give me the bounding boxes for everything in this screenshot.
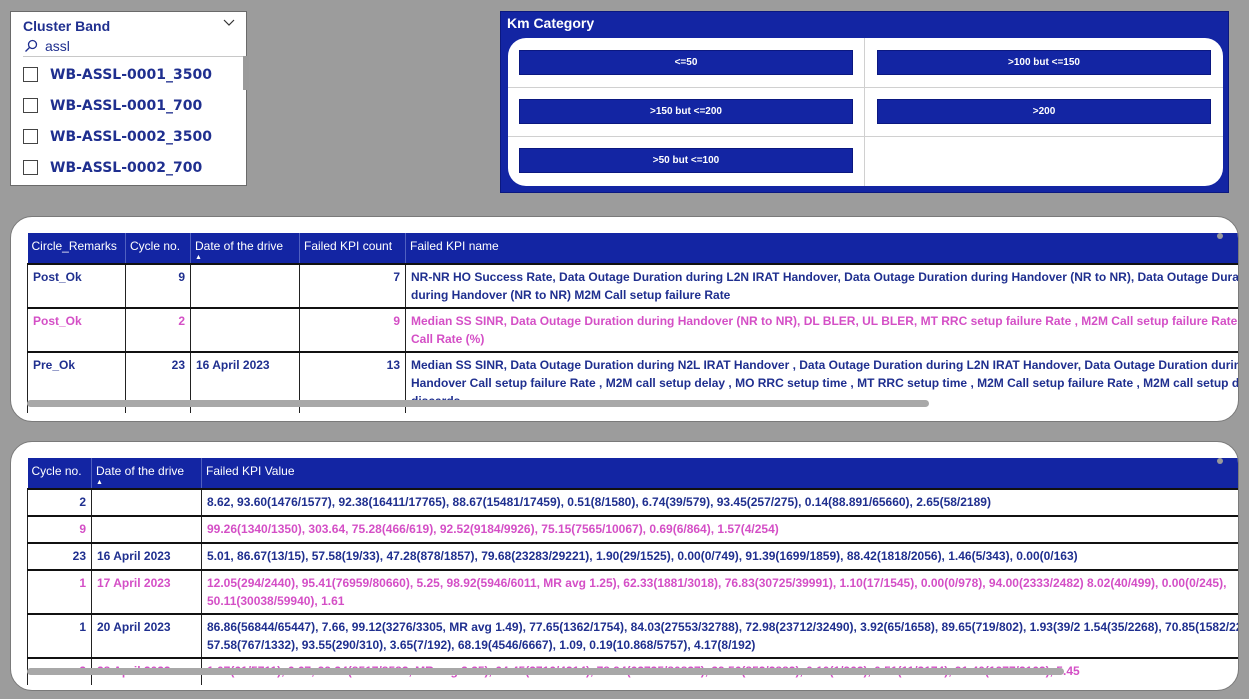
- horizontal-scrollbar[interactable]: [27, 400, 929, 407]
- cell-cycle: 9: [27, 515, 92, 543]
- sort-asc-icon: ▲: [96, 479, 103, 486]
- failed-kpi-values-table-card: Cycle no. Date of the drive ▲ Failed KPI …: [10, 441, 1239, 691]
- slicer-item-label: WB-ASSL-0002_700: [50, 159, 203, 176]
- cell-kpi-value: 8.62, 93.60(1476/1577), 92.38(16411/1776…: [201, 488, 1238, 516]
- cell-cycle: 2: [125, 307, 191, 352]
- km-button-panel: <=50 >100 but <=150 >150 but <=200 >200 …: [508, 38, 1223, 186]
- checkbox[interactable]: [23, 98, 38, 113]
- column-header-label: Date of the drive: [195, 239, 284, 253]
- km-category-title: Km Category: [507, 15, 595, 31]
- horizontal-scrollbar[interactable]: [27, 668, 1064, 675]
- cell-date: 16 April 2023: [91, 542, 202, 570]
- column-header[interactable]: Failed KPI name: [405, 233, 1238, 264]
- km-category-slicer: Km Category <=50 >100 but <=150 >150 but…: [500, 11, 1229, 193]
- km-button-50-100[interactable]: >50 but <=100: [519, 148, 853, 173]
- slicer-title: Cluster Band: [23, 18, 111, 34]
- divider: [864, 38, 865, 186]
- cell-count: 9: [299, 307, 406, 352]
- table-row[interactable]: 1 20 April 2023 86.86(56844/65447), 7.66…: [27, 613, 1238, 658]
- cell-cycle: 1: [27, 569, 92, 614]
- cell-remarks: Post_Ok: [27, 263, 126, 308]
- slicer-item[interactable]: WB-ASSL-0002_3500: [23, 121, 233, 152]
- km-button-le50[interactable]: <=50: [519, 50, 853, 75]
- cell-remarks: Post_Ok: [27, 307, 126, 352]
- cell-kpi-name: NR-NR HO Success Rate, Data Outage Durat…: [405, 263, 1238, 308]
- failed-kpi-names-table-card: Circle_Remarks Cycle no. Date of the dri…: [10, 216, 1239, 422]
- checkbox[interactable]: [23, 67, 38, 82]
- column-header[interactable]: Cycle no.: [125, 233, 191, 264]
- cell-kpi-value: 12.05(294/2440), 95.41(76959/80660), 5.2…: [201, 569, 1238, 614]
- column-header[interactable]: Failed KPI count: [299, 233, 406, 264]
- cell-kpi-name: Median SS SINR, Data Outage Duration dur…: [405, 307, 1238, 352]
- cell-cycle: 2: [27, 488, 92, 516]
- slicer-item[interactable]: WB-ASSL-0002_700: [23, 152, 233, 183]
- km-button-gt200[interactable]: >200: [877, 99, 1211, 124]
- failed-kpi-names-table: Circle_Remarks Cycle no. Date of the dri…: [27, 233, 1238, 413]
- search-icon: [25, 39, 38, 52]
- cell-cycle: 1: [27, 613, 92, 658]
- table-row[interactable]: 2 8.62, 93.60(1476/1577), 92.38(16411/17…: [27, 488, 1238, 516]
- column-header[interactable]: Circle_Remarks: [27, 233, 126, 264]
- sort-asc-icon: ▲: [195, 254, 202, 261]
- table-header-row: Cycle no. Date of the drive ▲ Failed KPI …: [27, 458, 1238, 489]
- vertical-scrollbar[interactable]: [1217, 233, 1223, 239]
- cell-date: [190, 263, 300, 308]
- cell-cycle: 23: [27, 542, 92, 570]
- cell-date: [190, 307, 300, 352]
- slicer-search[interactable]: assl: [23, 37, 245, 57]
- divider: [508, 136, 1223, 137]
- table-header-row: Circle_Remarks Cycle no. Date of the dri…: [27, 233, 1238, 264]
- search-input[interactable]: assl: [45, 38, 70, 54]
- cell-kpi-value: 86.86(56844/65447), 7.66, 99.12(3276/330…: [201, 613, 1238, 658]
- slicer-item-label: WB-ASSL-0002_3500: [50, 128, 212, 145]
- slicer-scrollbar[interactable]: [243, 56, 249, 90]
- cell-count: 7: [299, 263, 406, 308]
- cell-kpi-value: 5.01, 86.67(13/15), 57.58(19/33), 47.28(…: [201, 542, 1238, 570]
- cell-date: [91, 488, 202, 516]
- failed-kpi-values-table: Cycle no. Date of the drive ▲ Failed KPI …: [27, 458, 1238, 685]
- cell-kpi-value: 99.26(1340/1350), 303.64, 75.28(466/619)…: [201, 515, 1238, 543]
- column-header[interactable]: Cycle no.: [27, 458, 92, 489]
- checkbox[interactable]: [23, 160, 38, 175]
- slicer-list: WB-ASSL-0001_3500 WB-ASSL-0001_700 WB-AS…: [23, 59, 233, 183]
- table-row[interactable]: Post_Ok 9 7 NR-NR HO Success Rate, Data …: [27, 263, 1238, 308]
- cell-date: 17 April 2023: [91, 569, 202, 614]
- checkbox[interactable]: [23, 129, 38, 144]
- chevron-down-icon[interactable]: [222, 17, 236, 29]
- table-row[interactable]: 9 99.26(1340/1350), 303.64, 75.28(466/61…: [27, 515, 1238, 543]
- slicer-item-label: WB-ASSL-0001_700: [50, 97, 203, 114]
- table-row[interactable]: Post_Ok 2 9 Median SS SINR, Data Outage …: [27, 307, 1238, 352]
- column-header[interactable]: Date of the drive ▲: [91, 458, 202, 489]
- km-button-100-150[interactable]: >100 but <=150: [877, 50, 1211, 75]
- km-button-150-200[interactable]: >150 but <=200: [519, 99, 853, 124]
- vertical-scrollbar[interactable]: [1217, 458, 1223, 464]
- divider: [508, 87, 1223, 88]
- slicer-item[interactable]: WB-ASSL-0001_700: [23, 90, 233, 121]
- cell-date: 20 April 2023: [91, 613, 202, 658]
- column-header[interactable]: Failed KPI Value: [201, 458, 1238, 489]
- column-header[interactable]: Date of the drive ▲: [190, 233, 300, 264]
- slicer-item[interactable]: WB-ASSL-0001_3500: [23, 59, 233, 90]
- cluster-band-slicer: Cluster Band assl WB-ASSL-0001_3500 WB-A…: [10, 11, 249, 186]
- slicer-item-label: WB-ASSL-0001_3500: [50, 66, 212, 83]
- table-row[interactable]: 23 16 April 2023 5.01, 86.67(13/15), 57.…: [27, 542, 1238, 570]
- cell-cycle: 9: [125, 263, 191, 308]
- column-header-label: Date of the drive: [96, 464, 185, 478]
- cell-date: [91, 515, 202, 543]
- search-underline: [23, 56, 245, 57]
- table-row[interactable]: 1 17 April 2023 12.05(294/2440), 95.41(7…: [27, 569, 1238, 614]
